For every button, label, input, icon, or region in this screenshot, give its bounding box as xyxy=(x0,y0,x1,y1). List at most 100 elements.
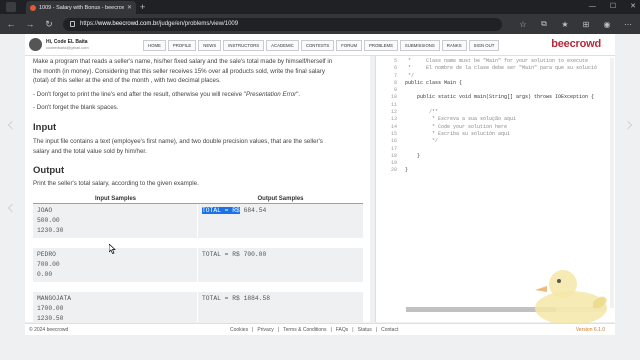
footer-link-contact[interactable]: Contact xyxy=(381,327,398,333)
code-text: */ xyxy=(405,138,439,145)
nav-instructors[interactable]: INSTRUCTORS xyxy=(223,40,265,51)
nav-profile[interactable]: PROFILE xyxy=(167,40,197,51)
nav-sign-out[interactable]: SIGN OUT xyxy=(468,40,500,51)
beecrowd-logo[interactable]: beecrowd xyxy=(551,38,601,50)
problem-panel: Make a program that reads a seller's nam… xyxy=(25,56,370,322)
code-text: } xyxy=(405,152,421,159)
sample-row: MANGOJATA 1700.00 1230.50 TOTAL = R$ 188… xyxy=(33,292,363,322)
duck-mascot-icon xyxy=(535,270,607,325)
footer-separator: | xyxy=(252,327,254,333)
code-line: 16 */ xyxy=(379,138,609,145)
footer-link-terms[interactable]: Terms & Conditions xyxy=(283,327,326,333)
code-line: 13 * Escreva a sua solução aqui xyxy=(379,116,609,123)
code-text: * Escriba su solución aquí xyxy=(405,130,511,137)
code-text: } xyxy=(405,167,409,174)
favicon-icon xyxy=(30,4,36,11)
reload-icon[interactable]: ↻ xyxy=(44,19,54,29)
footer-links: Cookies | Privacy | Terms & Conditions |… xyxy=(230,327,398,333)
footer-link-faqs[interactable]: FAQs xyxy=(336,327,349,333)
sample-row: PEDRO 700.00 0.00 TOTAL = R$ 700.00 xyxy=(33,248,363,282)
mouse-cursor-icon xyxy=(109,244,116,254)
collections-icon[interactable]: ⊞ xyxy=(580,20,592,29)
code-line: 9 xyxy=(379,87,609,94)
code-text: /** xyxy=(405,109,439,116)
nav-problems[interactable]: PROBLEMS xyxy=(364,40,398,51)
user-info[interactable]: Hi, Code EL Baita codeelbaita@gmail.com xyxy=(29,38,89,51)
favorites-icon[interactable]: ★ xyxy=(559,20,571,29)
side-marker-icon xyxy=(7,203,17,213)
output-heading: Output xyxy=(33,165,65,176)
line-number: 14 xyxy=(390,123,397,130)
code-line: 15 * Escriba su solución aquí xyxy=(379,131,609,138)
maximize-icon[interactable]: ☐ xyxy=(610,0,616,13)
back-icon[interactable]: ← xyxy=(6,19,16,29)
nav-ranks[interactable]: RANKS xyxy=(441,40,467,51)
new-tab-icon[interactable]: + xyxy=(140,1,145,13)
line-number: 10 xyxy=(390,94,397,101)
tab-title: 1009 - Salary with Bonus - beecrowd xyxy=(39,4,124,11)
sample-output: TOTAL = R$ 684.54 xyxy=(198,204,363,238)
line-number: 6 xyxy=(393,65,397,72)
avatar[interactable] xyxy=(29,38,42,51)
line-number: 12 xyxy=(390,109,397,116)
nav-news[interactable]: NEWS xyxy=(198,40,222,51)
forward-icon[interactable]: → xyxy=(25,19,35,29)
browser-tab-bar: 1009 - Salary with Bonus - beecrowd ✕ + … xyxy=(0,0,640,14)
code-line: 11 xyxy=(379,102,609,109)
menu-icon[interactable]: ⋯ xyxy=(622,20,634,29)
sample-input: JOAO 500.00 1230.30 xyxy=(33,204,198,238)
nav-submissions[interactable]: SUBMISSIONS xyxy=(399,40,440,51)
line-number: 11 xyxy=(390,101,397,108)
line-number: 7 xyxy=(393,72,397,79)
line-number: 13 xyxy=(390,116,397,123)
window-controls: — ☐ ✕ xyxy=(589,0,636,13)
address-bar: ← → ↻ https://www.beecrowd.com.br/judge/… xyxy=(0,14,640,34)
code-line: 10 public static void main(String[] args… xyxy=(379,94,609,101)
note-presentation-error: - Don't forget to print the line's end a… xyxy=(33,91,301,98)
selected-text[interactable]: TOTAL = R$ xyxy=(202,207,240,214)
line-number: 5 xyxy=(393,58,397,64)
nav-academic[interactable]: ACADEMIC xyxy=(266,40,299,51)
code-line: 5 * Class name must be "Main" for your s… xyxy=(379,58,609,65)
line-number: 19 xyxy=(390,160,397,167)
bookmark-star-icon[interactable]: ☆ xyxy=(517,20,529,29)
url-text: https://www.beecrowd.com.br/judge/en/pro… xyxy=(80,21,239,27)
extensions-icon[interactable]: ⧉ xyxy=(538,19,550,29)
input-heading: Input xyxy=(33,122,57,133)
code-line: 14 * Code your solution here xyxy=(379,124,609,131)
code-text: * Code your solution here xyxy=(405,123,508,130)
nav-forum[interactable]: FORUM xyxy=(336,40,363,51)
footer: © 2024 beecrowd Cookies | Privacy | Term… xyxy=(25,323,615,335)
code-line: 6 * El nombre de la clase debe ser "Main… xyxy=(379,65,609,72)
note-blank-spaces: - Don't forget the blank spaces. xyxy=(33,104,119,111)
code-line: 7 */ xyxy=(379,73,609,80)
samples-header: Input Samples Output Samples xyxy=(33,195,363,204)
output-description: Print the seller's total salary, accordi… xyxy=(33,180,199,187)
profile-icon[interactable]: ◉ xyxy=(601,20,613,29)
code-line: 18 } xyxy=(379,153,609,160)
close-tab-icon[interactable]: ✕ xyxy=(127,4,132,11)
nav-home[interactable]: HOME xyxy=(143,40,166,51)
footer-link-status[interactable]: Status xyxy=(358,327,372,333)
url-input[interactable]: https://www.beecrowd.com.br/judge/en/pro… xyxy=(63,17,502,31)
main-nav: HOME PROFILE NEWS INSTRUCTORS ACADEMIC C… xyxy=(143,40,500,51)
line-number: 9 xyxy=(393,87,397,94)
footer-separator: | xyxy=(277,327,280,333)
sample-output: TOTAL = R$ 1884.58 xyxy=(198,292,363,322)
footer-link-privacy[interactable]: Privacy xyxy=(257,327,273,333)
code-text: * Class name must be "Main" for your sol… xyxy=(405,58,589,64)
close-window-icon[interactable]: ✕ xyxy=(630,0,636,13)
footer-link-cookies[interactable]: Cookies xyxy=(230,327,248,333)
code-text: * El nombre de la clase debe ser "Main" … xyxy=(405,65,598,72)
code-text: * Escreva a sua solução aqui xyxy=(405,116,517,123)
code-line: 12 /** xyxy=(379,109,609,116)
nav-contests[interactable]: CONTESTS xyxy=(300,40,335,51)
line-number: 18 xyxy=(390,152,397,159)
minimize-icon[interactable]: — xyxy=(589,0,596,13)
next-arrow-icon[interactable] xyxy=(623,120,633,130)
tab-search-icon[interactable] xyxy=(6,2,16,12)
prev-arrow-icon[interactable] xyxy=(7,120,17,130)
line-number: 17 xyxy=(390,145,397,152)
lock-icon[interactable] xyxy=(70,21,75,27)
browser-tab[interactable]: 1009 - Salary with Bonus - beecrowd ✕ xyxy=(26,1,136,14)
